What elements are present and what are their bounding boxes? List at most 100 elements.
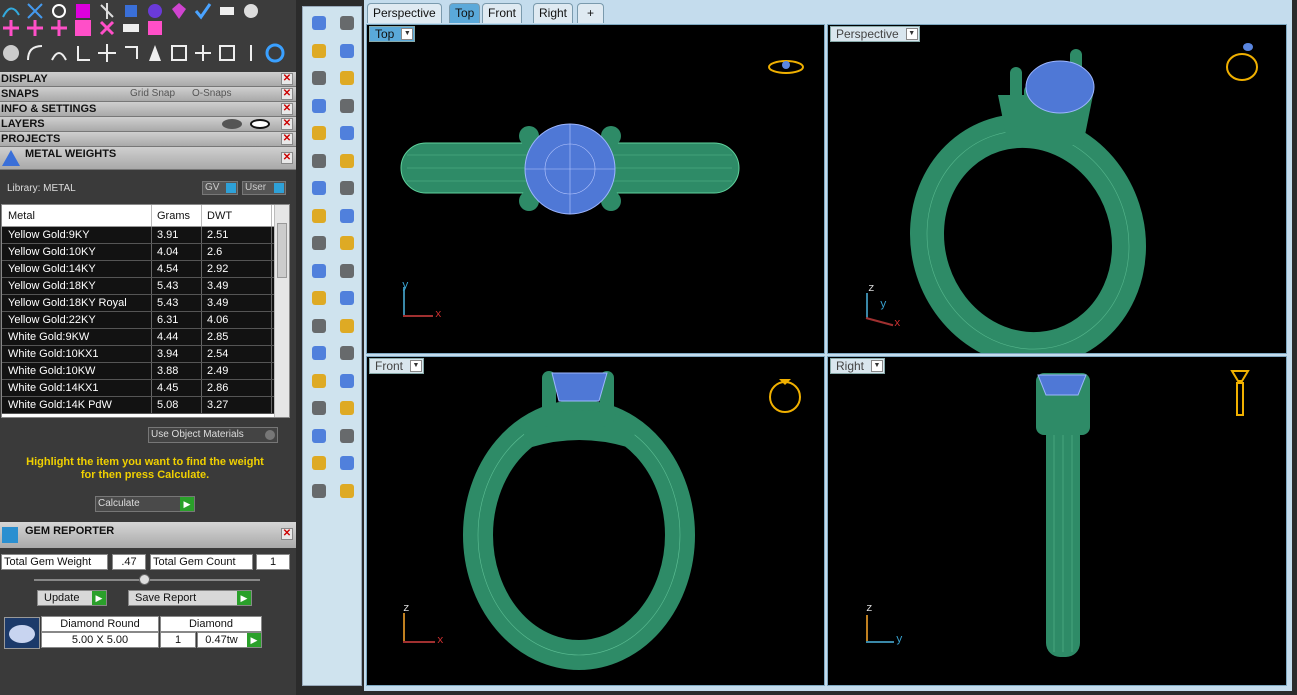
pipe-tool-icon[interactable] xyxy=(72,42,94,64)
table-row[interactable]: White Gold:9KW 4.44 2.85 xyxy=(2,329,289,346)
cluster-tool-icon[interactable] xyxy=(335,286,359,310)
plane-tool-icon[interactable] xyxy=(335,204,359,228)
pave-tool-icon[interactable] xyxy=(335,479,359,503)
rectangle-tool-icon[interactable] xyxy=(335,94,359,118)
rotate-tool-icon[interactable] xyxy=(120,42,142,64)
curve-offset-tool-icon[interactable] xyxy=(335,314,359,338)
table-row[interactable]: White Gold:14KX1 4.45 2.86 xyxy=(2,380,289,397)
select-tool-icon[interactable] xyxy=(307,11,331,35)
table-row[interactable]: Yellow Gold:9KY 3.91 2.51 xyxy=(2,227,289,244)
flow-tool-icon[interactable] xyxy=(144,17,166,39)
boolean-split-tool-icon[interactable] xyxy=(307,259,331,283)
size-slider-handle[interactable] xyxy=(139,574,150,585)
close-icon[interactable]: ✕ xyxy=(281,152,293,164)
viewport-top[interactable]: Top ▼ y x xyxy=(366,24,825,354)
burst-tool-icon[interactable] xyxy=(335,231,359,255)
edit-gumball-tool-icon[interactable] xyxy=(335,369,359,393)
scale-tool-icon[interactable] xyxy=(335,341,359,365)
projects-header[interactable]: PROJECTS ✕ xyxy=(0,132,296,147)
table-row[interactable]: White Gold:10KX1 3.94 2.54 xyxy=(2,346,289,363)
table-row[interactable]: White Gold:10KW 3.88 2.49 xyxy=(2,363,289,380)
close-icon[interactable]: ✕ xyxy=(281,118,293,130)
ellipse-tool-icon[interactable] xyxy=(335,66,359,90)
gv-toggle[interactable]: GV xyxy=(202,181,238,195)
circle-tool-icon[interactable] xyxy=(307,66,331,90)
gem-thumbnail[interactable] xyxy=(4,617,40,649)
tab-top[interactable]: Top xyxy=(449,3,481,23)
play-icon[interactable]: ▶ xyxy=(247,633,261,647)
shell-tool-icon[interactable] xyxy=(307,286,331,310)
solid-edit-tool-icon[interactable] xyxy=(307,396,331,420)
table-scrollbar[interactable] xyxy=(274,205,289,417)
transform-tool-icon[interactable] xyxy=(307,149,331,173)
viewport-right[interactable]: Right ▼ z y xyxy=(827,356,1287,686)
view-cube-top-icon[interactable] xyxy=(766,55,806,79)
grid-array-tool-icon[interactable] xyxy=(307,424,331,448)
offset-tool-icon[interactable] xyxy=(48,42,70,64)
text-tool-icon[interactable] xyxy=(307,341,331,365)
scroll-thumb[interactable] xyxy=(277,223,287,278)
pick-tool-icon[interactable] xyxy=(72,17,94,39)
revolve-tool-icon[interactable] xyxy=(335,149,359,173)
plus-tool-icon[interactable] xyxy=(0,17,22,39)
info-settings-header[interactable]: INFO & SETTINGS ✕ xyxy=(0,102,296,117)
point-tool-icon[interactable] xyxy=(335,11,359,35)
array-tool-icon[interactable] xyxy=(307,369,331,393)
gem-reporter-header[interactable]: GEM REPORTER ✕ xyxy=(0,522,296,548)
eye-open-icon[interactable] xyxy=(250,119,270,129)
check-tool-icon[interactable] xyxy=(192,0,214,22)
ring-tool-icon[interactable] xyxy=(264,42,286,64)
close-icon[interactable]: ✕ xyxy=(281,528,293,540)
table-row[interactable]: Yellow Gold:18KY Royal 5.43 3.49 xyxy=(2,295,289,312)
split-tool-icon[interactable] xyxy=(216,42,238,64)
align-tool-icon[interactable] xyxy=(216,0,238,22)
close-icon[interactable]: ✕ xyxy=(281,103,293,115)
save-report-button[interactable]: Save Report ▶ xyxy=(128,590,252,606)
tab-front[interactable]: Front xyxy=(482,3,523,23)
mirror-tool-icon[interactable] xyxy=(240,42,262,64)
bracket-tool-icon[interactable] xyxy=(335,424,359,448)
snaps-header[interactable]: SNAPS Grid Snap O-Snaps ✕ xyxy=(0,87,296,102)
user-toggle[interactable]: User xyxy=(242,181,286,195)
arc-tool-icon[interactable] xyxy=(307,94,331,118)
grid-snap-toggle[interactable]: Grid Snap xyxy=(130,87,175,101)
tab-perspective[interactable]: Perspective xyxy=(367,3,442,23)
add-tab-button[interactable]: + xyxy=(577,3,604,23)
close-icon[interactable]: ✕ xyxy=(281,73,293,85)
add-tool-icon[interactable] xyxy=(24,17,46,39)
view-cube-perspective-icon[interactable] xyxy=(1224,35,1264,85)
grid-tool-icon[interactable] xyxy=(192,42,214,64)
use-object-materials-toggle[interactable]: Use Object Materials xyxy=(148,427,278,443)
control-points-tool-icon[interactable] xyxy=(335,39,359,63)
gem-cut-tool-icon[interactable] xyxy=(307,479,331,503)
update-button[interactable]: Update ▶ xyxy=(37,590,107,606)
view-cube-front-icon[interactable] xyxy=(765,367,805,417)
column-header-metal[interactable]: Metal xyxy=(2,205,152,226)
column-header-grams[interactable]: Grams xyxy=(152,205,202,226)
close-icon[interactable]: ✕ xyxy=(281,133,293,145)
move-tool-icon[interactable] xyxy=(96,42,118,64)
polyline-tool-icon[interactable] xyxy=(307,39,331,63)
rail-tool-icon[interactable] xyxy=(335,396,359,420)
layers-header[interactable]: LAYERS ✕ xyxy=(0,117,296,132)
sphere-tool-icon[interactable] xyxy=(240,0,262,22)
blob-tool-icon[interactable] xyxy=(0,42,22,64)
metal-weights-header[interactable]: METAL WEIGHTS ✕ xyxy=(0,147,296,170)
check-tool-icon[interactable] xyxy=(335,451,359,475)
o-snaps-toggle[interactable]: O-Snaps xyxy=(192,87,231,101)
curve-on-surface-tool-icon[interactable] xyxy=(307,314,331,338)
frame-tool-icon[interactable] xyxy=(168,42,190,64)
wrap-tool-icon[interactable] xyxy=(307,451,331,475)
polygon-tool-icon[interactable] xyxy=(307,121,331,145)
display-header[interactable]: DISPLAY ✕ xyxy=(0,72,296,87)
sphere-tool-icon[interactable] xyxy=(335,176,359,200)
table-row[interactable]: White Gold:14K PdW 5.08 3.27 xyxy=(2,397,289,414)
arc-tool-icon[interactable] xyxy=(24,42,46,64)
table-row[interactable]: Yellow Gold:18KY 5.43 3.49 xyxy=(2,278,289,295)
flame-tool-icon[interactable] xyxy=(144,42,166,64)
link-tool-icon[interactable] xyxy=(120,17,142,39)
viewport-front[interactable]: Front ▼ z x xyxy=(366,356,825,686)
viewport-perspective[interactable]: Perspective ▼ z y x xyxy=(827,24,1287,354)
column-header-dwt[interactable]: DWT xyxy=(202,205,272,226)
explode-tool-icon[interactable] xyxy=(307,231,331,255)
